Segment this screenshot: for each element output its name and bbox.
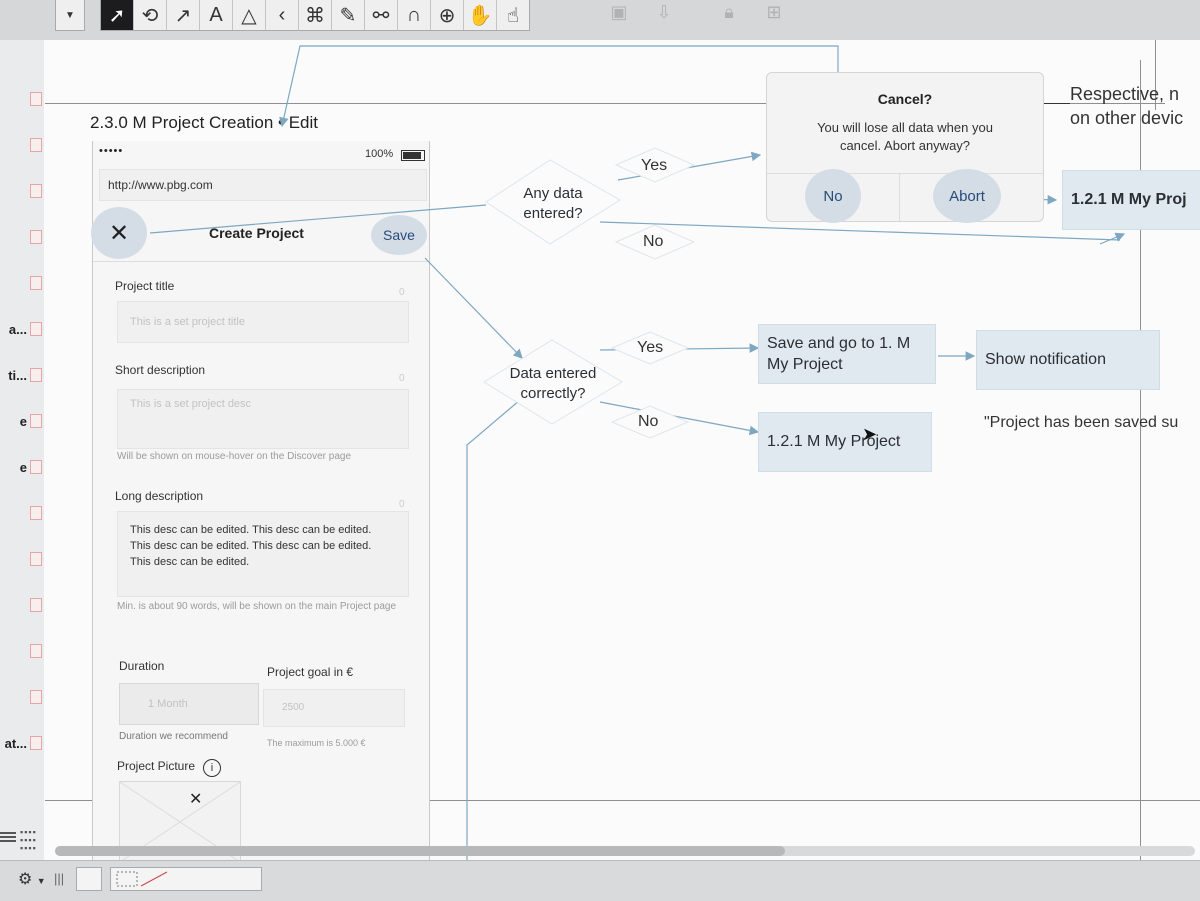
canvas-view-button[interactable] <box>110 867 262 891</box>
page-view-button[interactable] <box>76 867 102 891</box>
grid-view-icon[interactable]: ▪▪▪▪ ▪▪▪▪ ▪▪▪▪ <box>20 828 37 853</box>
dialog-message: You will lose all data when you cancel. … <box>817 120 993 153</box>
horizontal-scrollbar-thumb[interactable] <box>55 846 785 856</box>
dialog-abort-button[interactable]: Abort <box>933 169 1001 223</box>
no2-label: No <box>638 413 659 430</box>
my-project-box-2[interactable]: 1.2.1 M My Project <box>758 412 932 472</box>
no1-label: No <box>643 233 664 250</box>
show-notification-text: Show notification <box>985 351 1106 368</box>
mouse-cursor-icon: ➤ <box>862 424 878 444</box>
dialog-divider <box>767 173 1043 174</box>
dialog-no-button[interactable]: No <box>805 169 861 223</box>
save-go-box[interactable]: Save and go to 1. M My Project <box>758 324 936 384</box>
my-project-text-1: 1.2.1 M My Proj <box>1071 191 1187 208</box>
my-project-text-2: 1.2.1 M My Project <box>767 433 901 450</box>
respective-text: Respective, n <box>1070 84 1180 104</box>
bottom-bar: ⚙ ▼ ||| <box>0 860 1200 901</box>
chevron-down-icon: ▼ <box>36 876 46 886</box>
yes1-label: Yes <box>641 157 668 174</box>
my-project-box-1[interactable]: 1.2.1 M My Proj <box>1062 170 1200 230</box>
dialog-abort-label: Abort <box>949 187 985 205</box>
canvas-thumbnail-icon <box>116 871 168 887</box>
data-correct-label: Data entered correctly? <box>509 365 597 402</box>
dialog-title: Cancel? <box>877 91 933 107</box>
notification-text: "Project has been saved su <box>984 414 1179 431</box>
any-data-label: Any data entered? <box>523 185 583 222</box>
connector-save-to-check <box>424 257 523 359</box>
connector-return-to-check <box>466 399 521 860</box>
save-go-text: Save and go to 1. M My Project <box>767 335 911 373</box>
dialog-no-label: No <box>823 187 843 205</box>
other-devices-text: on other devic <box>1070 108 1184 128</box>
list-view-icon[interactable] <box>0 830 16 844</box>
yes2-label: Yes <box>637 339 664 356</box>
cancel-dialog: Cancel? You will lose all data when you … <box>766 72 1044 223</box>
respective-underline <box>1044 103 1070 104</box>
dialog-divider-vertical <box>899 173 900 221</box>
connector-close-to-anydata <box>149 204 487 234</box>
gear-icon[interactable]: ⚙ ▼ <box>18 869 46 889</box>
split-view-icon[interactable]: ||| <box>54 871 64 886</box>
show-notification-box[interactable]: Show notification <box>976 330 1160 390</box>
